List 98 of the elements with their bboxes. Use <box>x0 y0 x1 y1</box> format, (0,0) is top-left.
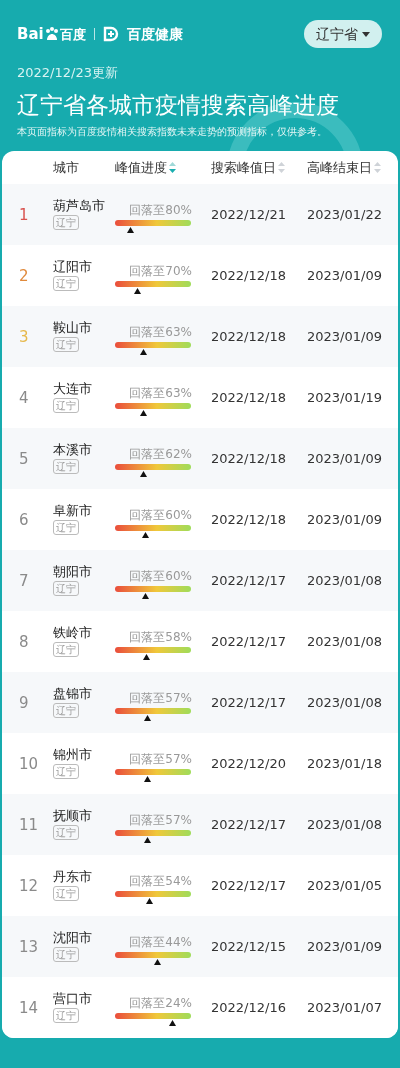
province-button[interactable]: 辽宁省 <box>304 20 382 48</box>
rank-number: 9 <box>19 693 29 712</box>
progress-label: 回落至57% <box>129 752 192 765</box>
update-date: 2022/12/23更新 <box>17 66 119 79</box>
rank-number: 10 <box>19 754 39 773</box>
end-date: 2023/01/08 <box>307 633 383 651</box>
progress-label: 回落至70% <box>129 264 192 277</box>
rank-number: 14 <box>19 998 39 1017</box>
column-header[interactable]: 峰值进度 <box>115 158 211 178</box>
city-name: 葫芦岛市 <box>53 199 105 213</box>
province-tag: 辽宁 <box>53 276 79 292</box>
progress-label: 回落至57% <box>129 691 192 704</box>
province-tag: 辽宁 <box>53 337 79 353</box>
peak-date: 2022/12/18 <box>211 267 287 285</box>
rank-number: 3 <box>19 327 29 346</box>
city-name: 本溪市 <box>53 443 92 457</box>
caret-icon <box>362 31 370 37</box>
progress-label: 回落至58% <box>129 630 192 643</box>
end-date: 2023/01/09 <box>307 328 383 346</box>
brand-name: 百度健康 <box>126 27 183 41</box>
province-tag: 辽宁 <box>53 642 79 658</box>
peak-date: 2022/12/17 <box>211 633 287 651</box>
province-tag: 辽宁 <box>53 398 79 414</box>
end-date: 2023/01/19 <box>307 389 383 407</box>
peak-date: 2022/12/17 <box>211 877 287 895</box>
city-name: 大连市 <box>53 382 92 396</box>
rank-number: 7 <box>19 571 29 590</box>
province-tag: 辽宁 <box>53 703 79 719</box>
rank-number: 5 <box>19 449 29 468</box>
peak-date: 2022/12/17 <box>211 816 287 834</box>
province-tag: 辽宁 <box>53 459 79 475</box>
peak-date: 2022/12/17 <box>211 694 287 712</box>
end-date: 2023/01/09 <box>307 450 383 468</box>
city-name: 阜新市 <box>53 504 92 518</box>
page-title: 辽宁省各城市疫情搜索高峰进度 <box>17 91 340 120</box>
page-subtitle: 本页面指标为百度疫情相关搜索指数未来走势的预测指标，仅供参考。 <box>17 125 328 139</box>
peak-date: 2022/12/15 <box>211 938 287 956</box>
peak-date: 2022/12/18 <box>211 511 287 529</box>
city-name: 丹东市 <box>53 870 92 884</box>
health-logo-icon <box>102 26 119 42</box>
progress-label: 回落至60% <box>129 569 192 582</box>
progress-label: 回落至63% <box>129 325 192 338</box>
peak-date: 2022/12/17 <box>211 572 287 590</box>
province-tag: 辽宁 <box>53 1008 79 1024</box>
progress-label: 回落至54% <box>129 874 192 887</box>
paw-icon <box>43 26 60 42</box>
end-date: 2023/01/09 <box>307 511 383 529</box>
city-name: 铁岭市 <box>53 626 92 640</box>
province-tag: 辽宁 <box>53 886 79 902</box>
peak-date: 2022/12/18 <box>211 328 287 346</box>
rank-number: 13 <box>19 937 39 956</box>
progress-label: 回落至57% <box>129 813 192 826</box>
end-date: 2023/01/08 <box>307 816 383 834</box>
column-header[interactable]: 搜索峰值日 <box>211 158 307 178</box>
city-name: 朝阳市 <box>53 565 92 579</box>
rank-number: 8 <box>19 632 29 651</box>
rank-number: 12 <box>19 876 39 895</box>
city-name: 沈阳市 <box>53 931 92 945</box>
peak-date: 2022/12/16 <box>211 999 287 1017</box>
progress-label: 回落至24% <box>129 996 192 1009</box>
end-date: 2023/01/22 <box>307 206 383 224</box>
logo-text: 百度 <box>59 27 86 41</box>
peak-date: 2022/12/18 <box>211 389 287 407</box>
province-tag: 辽宁 <box>53 825 79 841</box>
end-date: 2023/01/07 <box>307 999 383 1017</box>
end-date: 2023/01/08 <box>307 694 383 712</box>
province-tag: 辽宁 <box>53 581 79 597</box>
logo-text: Bai <box>17 26 44 42</box>
city-name: 鞍山市 <box>53 321 92 335</box>
province-tag: 辽宁 <box>53 215 79 231</box>
city-name: 盘锦市 <box>53 687 92 701</box>
end-date: 2023/01/18 <box>307 755 383 773</box>
progress-label: 回落至60% <box>129 508 192 521</box>
province-tag: 辽宁 <box>53 764 79 780</box>
rank-number: 6 <box>19 510 29 529</box>
column-header: 城市 <box>53 159 80 177</box>
rank-number: 1 <box>19 205 29 224</box>
peak-date: 2022/12/18 <box>211 450 287 468</box>
city-name: 锦州市 <box>53 748 92 762</box>
peak-date: 2022/12/21 <box>211 206 287 224</box>
end-date: 2023/01/08 <box>307 572 383 590</box>
column-header[interactable]: 高峰结束日 <box>307 158 397 178</box>
city-name: 辽阳市 <box>53 260 92 274</box>
city-name: 营口市 <box>53 992 92 1006</box>
rank-number: 11 <box>19 815 39 834</box>
progress-label: 回落至62% <box>129 447 192 460</box>
province-tag: 辽宁 <box>53 520 79 536</box>
province-tag: 辽宁 <box>53 947 79 963</box>
peak-date: 2022/12/20 <box>211 755 287 773</box>
progress-label: 回落至44% <box>129 935 192 948</box>
end-date: 2023/01/09 <box>307 267 383 285</box>
city-name: 抚顺市 <box>53 809 92 823</box>
progress-label: 回落至80% <box>129 203 192 216</box>
end-date: 2023/01/05 <box>307 877 383 895</box>
rank-number: 4 <box>19 388 29 407</box>
progress-label: 回落至63% <box>129 386 192 399</box>
rank-number: 2 <box>19 266 29 285</box>
end-date: 2023/01/09 <box>307 938 383 956</box>
